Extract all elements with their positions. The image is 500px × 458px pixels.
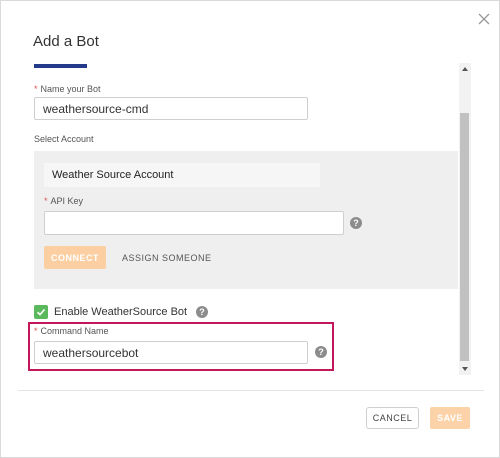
required-mark: * xyxy=(34,84,38,94)
enable-bot-checkbox[interactable] xyxy=(34,305,48,319)
dialog-title: Add a Bot xyxy=(33,33,99,50)
question-circle-icon[interactable]: ? xyxy=(350,217,362,229)
command-name-label-text: Command Name xyxy=(40,326,109,336)
check-icon xyxy=(36,308,46,316)
required-mark: * xyxy=(34,326,38,336)
bot-name-label: * Name your Bot xyxy=(34,84,101,94)
cancel-button[interactable]: CANCEL xyxy=(366,407,419,429)
connect-button[interactable]: CONNECT xyxy=(44,246,106,269)
bot-name-label-text: Name your Bot xyxy=(40,84,101,94)
scrollbar[interactable] xyxy=(459,63,471,375)
close-icon[interactable] xyxy=(474,9,494,29)
footer-divider xyxy=(18,390,484,391)
title-underline xyxy=(34,64,87,68)
question-circle-icon[interactable]: ? xyxy=(196,306,208,318)
scrollbar-thumb[interactable] xyxy=(460,113,469,361)
select-account-label: Select Account xyxy=(34,134,94,144)
scroll-up-arrow-icon[interactable] xyxy=(462,67,468,71)
account-name: Weather Source Account xyxy=(44,163,320,187)
required-mark: * xyxy=(44,196,48,206)
api-key-input[interactable] xyxy=(44,211,344,235)
question-circle-icon[interactable]: ? xyxy=(315,346,327,358)
command-name-input[interactable]: weathersourcebot xyxy=(34,341,308,364)
add-bot-dialog: Add a Bot * Name your Bot weathersource-c… xyxy=(0,0,500,458)
bot-name-input[interactable]: weathersource-cmd xyxy=(34,97,308,120)
api-key-label: * API Key xyxy=(44,196,83,206)
command-name-label: * Command Name xyxy=(34,326,109,336)
scroll-down-arrow-icon[interactable] xyxy=(462,367,468,371)
enable-bot-label: Enable WeatherSource Bot xyxy=(54,306,188,318)
api-key-label-text: API Key xyxy=(50,196,84,206)
assign-someone-button[interactable]: ASSIGN SOMEONE xyxy=(122,246,212,269)
save-button[interactable]: SAVE xyxy=(430,407,470,429)
